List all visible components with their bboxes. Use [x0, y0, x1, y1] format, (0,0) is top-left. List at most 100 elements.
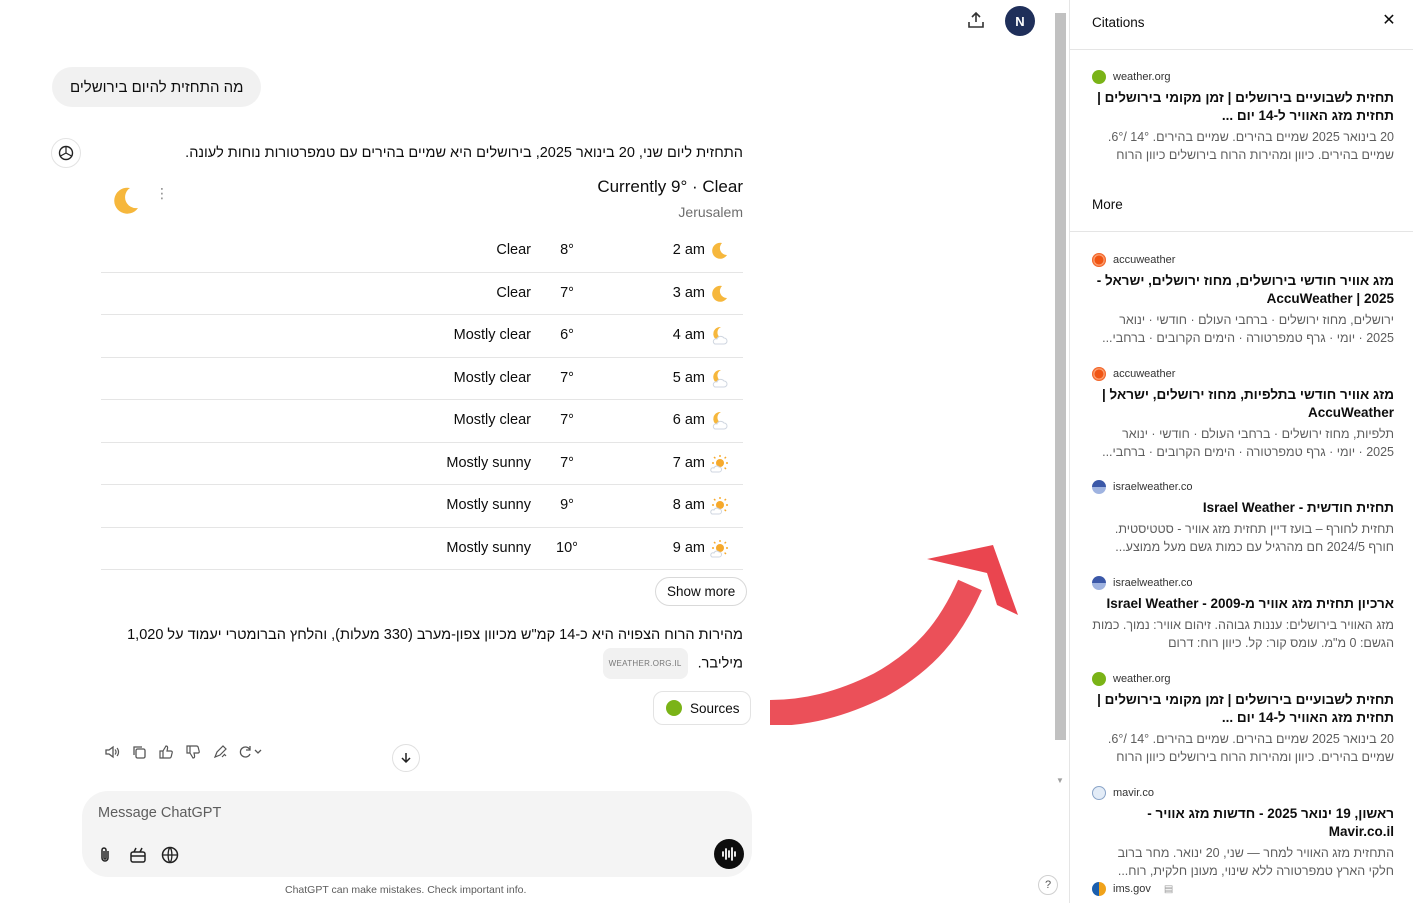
citation-source-name: accuweather	[1113, 368, 1176, 380]
moon-cloud-icon	[709, 369, 729, 389]
blue-favicon-icon	[1092, 576, 1106, 590]
citation-source-name: weather.org	[1113, 71, 1171, 83]
current-weather-heading: Currently 9° · Clear	[597, 177, 743, 196]
thumbs-down-icon[interactable]	[184, 743, 201, 760]
forecast-row: Clear 8° 2 am	[101, 230, 743, 273]
edit-canvas-icon[interactable]	[211, 743, 228, 760]
citation-title[interactable]: תחזית לשבועיים בירושלים | זמן מקומי בירו…	[1092, 89, 1394, 125]
citation-item[interactable]: weather.org תחזית לשבועיים בירושלים | זמן…	[1092, 70, 1394, 164]
citation-snippet: ירושלים, מחוז ירושלים · ברחבי העולם · חו…	[1102, 313, 1394, 345]
forecast-condition: Mostly clear	[453, 327, 531, 343]
forecast-condition: Mostly sunny	[446, 497, 531, 513]
regenerate-icon[interactable]	[238, 743, 264, 760]
forecast-time: 2 am	[672, 242, 705, 258]
ims-favicon-icon	[1092, 882, 1106, 896]
more-options-icon[interactable]: ⋮	[155, 186, 169, 208]
show-more-button[interactable]: Show more	[655, 577, 748, 606]
thumbs-up-icon[interactable]	[157, 743, 174, 760]
citation-title[interactable]: תחזית חודשית - Israel Weather	[1092, 499, 1394, 517]
scroll-down-icon[interactable]	[392, 744, 420, 772]
citation-source: accuweather	[1092, 367, 1394, 381]
citation-snippet: 20 בינואר 2025 שמיים בהירים. שמיים בהירי…	[1107, 732, 1394, 764]
weather-location: Jerusalem	[678, 204, 743, 220]
moon-icon	[108, 183, 142, 217]
more-heading: More	[1092, 197, 1123, 212]
share-icon[interactable]	[962, 8, 990, 32]
citation-source: israelweather.co	[1092, 480, 1394, 494]
citation-title[interactable]: מזג אוויר חודשי בירושלים, מחוז ירושלים, …	[1092, 272, 1394, 308]
citation-item[interactable]: accuweather מזג אוויר חודשי בירושלים, מחו…	[1092, 253, 1394, 347]
voice-mode-icon[interactable]	[714, 839, 744, 869]
tools-icon[interactable]	[128, 845, 148, 865]
citation-item[interactable]: weather.org תחזית לשבועיים בירושלים | זמן…	[1092, 672, 1394, 766]
forecast-time: 4 am	[672, 327, 705, 343]
citation-source-name: accuweather	[1113, 254, 1176, 266]
orange-favicon-icon	[1092, 367, 1106, 381]
composer-placeholder[interactable]: Message ChatGPT	[98, 805, 221, 821]
citation-source: weather.org	[1092, 70, 1394, 84]
citation-title[interactable]: ארכיון תחזית מזג אוויר מ-2009 - Israel W…	[1092, 595, 1394, 613]
copy-icon[interactable]	[130, 743, 147, 760]
forecast-time: 9 am	[672, 539, 705, 556]
read-aloud-icon[interactable]	[103, 743, 120, 760]
forecast-row: Mostly clear 7° 6 am	[101, 400, 743, 443]
weather-org-favicon-icon	[666, 700, 682, 716]
avatar[interactable]: N	[1005, 6, 1035, 36]
orange-favicon-icon	[1092, 253, 1106, 267]
sources-label: Sources	[690, 700, 740, 716]
close-icon[interactable]: ✕	[1381, 13, 1397, 29]
citation-snippet: התחזית מזג האוויר למחר — שני, 20 ינואר. …	[1117, 846, 1394, 878]
green-favicon-icon	[1092, 70, 1106, 84]
citation-title[interactable]: תחזית לשבועיים בירושלים | זמן מקומי בירו…	[1092, 691, 1394, 727]
sun-cloud-icon	[709, 454, 729, 474]
forecast-condition: Clear	[496, 242, 531, 258]
forecast-time: 6 am	[672, 412, 705, 428]
citation-item[interactable]: accuweather מזג אוויר חודשי בתלפיות, מחוז…	[1092, 367, 1394, 461]
divider	[1070, 231, 1413, 232]
forecast-condition: Mostly sunny	[446, 539, 531, 556]
help-button[interactable]: ?	[1038, 875, 1058, 895]
citations-title: Citations	[1092, 15, 1145, 30]
citation-item[interactable]: israelweather.co ארכיון תחזית מזג אוויר מ…	[1092, 576, 1394, 652]
chatgpt-logo-icon	[51, 138, 81, 168]
forecast-time: 7 am	[672, 454, 705, 471]
citation-snippet: תחזית לחורף – בועז דיין תחזית מזג אוויר …	[1114, 522, 1394, 554]
forecast-row: Clear 7° 3 am	[101, 273, 743, 315]
citation-source: accuweather	[1092, 253, 1394, 267]
citation-title[interactable]: מזג אוויר חודשי בתלפיות, מחוז ירושלים, י…	[1092, 386, 1394, 422]
message-composer[interactable]: Message ChatGPT	[82, 791, 752, 877]
forecast-condition: Mostly clear	[453, 369, 531, 386]
citation-source-name: mavir.co	[1113, 787, 1154, 799]
forecast-temp: 6°	[560, 327, 574, 343]
forecast-time: 3 am	[672, 284, 705, 301]
citation-item[interactable]: ims.gov ▤	[1092, 882, 1394, 896]
forecast-temp: 10°	[556, 539, 578, 556]
scrollbar-down-arrow-icon[interactable]: ▼	[1056, 776, 1064, 785]
citation-item[interactable]: mavir.co ראשון, 19 ינואר 2025 - חדשות מזג…	[1092, 786, 1394, 880]
citation-source-name: ims.gov	[1113, 883, 1151, 895]
forecast-time: 8 am	[672, 497, 705, 513]
red-arrow-annotation	[769, 545, 1018, 725]
attach-icon[interactable]	[95, 845, 115, 865]
citation-source: mavir.co	[1092, 786, 1394, 800]
source-chip[interactable]: WEATHER.ORG.IL	[602, 648, 688, 679]
assistant-intro-text: התחזית ליום שני, 20 בינואר 2025, בירושלי…	[185, 145, 743, 161]
citation-title[interactable]: ראשון, 19 ינואר 2025 - חדשות מזג אוויר -…	[1092, 805, 1394, 841]
citation-snippet: תלפיות, מחוז ירושלים · ברחבי העולם · חוד…	[1102, 427, 1394, 459]
citation-source-name: weather.org	[1113, 673, 1171, 685]
cloud-favicon-icon	[1092, 786, 1106, 800]
citation-source-name: israelweather.co	[1113, 481, 1193, 493]
forecast-row: Mostly sunny 7° 7 am	[101, 443, 743, 485]
citation-snippet: מזג האוויר בירושלים: עננות גבוהה. זיהום …	[1092, 618, 1394, 650]
scrollbar-thumb[interactable]	[1055, 13, 1066, 740]
forecast-condition: Clear	[496, 284, 531, 301]
moon-icon	[709, 241, 729, 261]
forecast-temp: 8°	[560, 242, 574, 258]
forecast-condition: Mostly clear	[453, 412, 531, 428]
forecast-temp: 7°	[560, 369, 574, 386]
globe-icon[interactable]	[160, 845, 180, 865]
citation-item[interactable]: israelweather.co תחזית חודשית - Israel We…	[1092, 480, 1394, 556]
forecast-row: Mostly sunny 10° 9 am	[101, 528, 743, 570]
forecast-time: 5 am	[672, 369, 705, 386]
sources-button[interactable]: Sources	[653, 691, 751, 725]
